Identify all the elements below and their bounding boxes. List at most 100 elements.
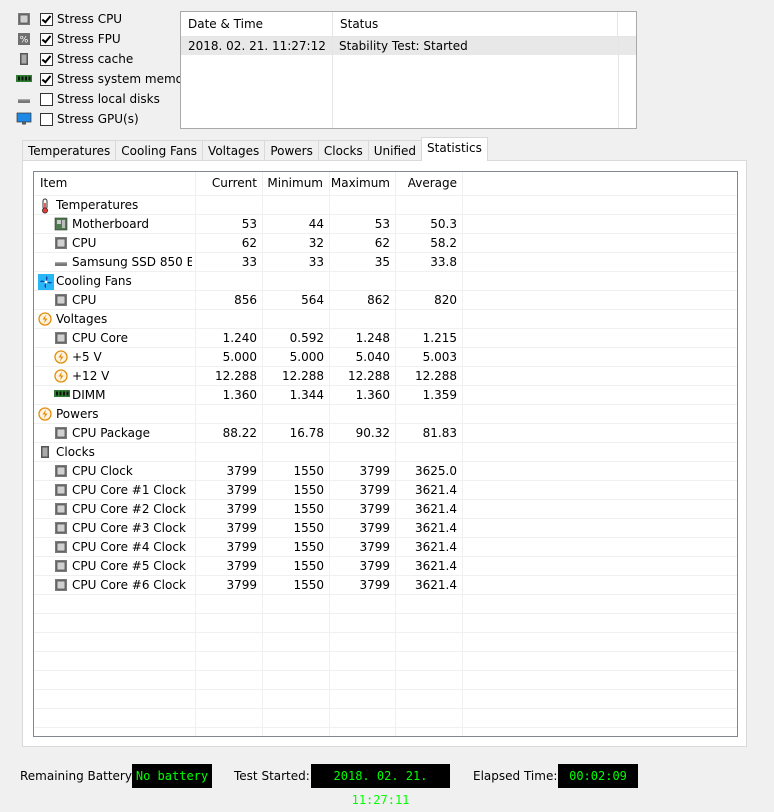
group-row[interactable]: Clocks <box>34 443 737 462</box>
cell-average: 3621.4 <box>415 578 457 592</box>
cell-maximum: 3799 <box>359 559 390 573</box>
header-average[interactable]: Average <box>396 172 457 195</box>
cpu-icon <box>54 236 68 250</box>
tab-voltages[interactable]: Voltages <box>202 140 266 161</box>
log-header-status[interactable]: Status <box>333 12 618 36</box>
stress-checkbox[interactable] <box>40 52 53 66</box>
cell-maximum: 3799 <box>359 578 390 592</box>
table-row[interactable]: CPU Core #4 Clock 3799 1550 3799 3621.4 <box>34 538 737 557</box>
group-row[interactable]: Cooling Fans <box>34 272 737 291</box>
table-row[interactable]: CPU Core 1.240 0.592 1.248 1.215 <box>34 329 737 348</box>
cell-current: 3799 <box>226 578 257 592</box>
cpu-icon <box>54 293 68 307</box>
stress-checkbox[interactable] <box>40 72 53 86</box>
stress-option-label[interactable]: Stress system memory <box>57 72 195 86</box>
voltage-icon <box>54 369 68 383</box>
log-header-datetime[interactable]: Date & Time <box>181 12 333 36</box>
tab-strip: Temperatures Cooling Fans Voltages Powers Cl… <box>22 137 488 161</box>
stress-option-2[interactable]: Stress cache <box>16 49 133 69</box>
header-item[interactable]: Item <box>40 172 67 195</box>
table-row[interactable]: +12 V 12.288 12.288 12.288 12.288 <box>34 367 737 386</box>
table-row[interactable]: CPU Core #2 Clock 3799 1550 3799 3621.4 <box>34 500 737 519</box>
row-label: Clocks <box>56 445 95 459</box>
tab-unified[interactable]: Unified <box>367 140 422 161</box>
table-row[interactable]: CPU Core #5 Clock 3799 1550 3799 3621.4 <box>34 557 737 576</box>
fpu-icon: % <box>16 32 32 46</box>
stress-option-1[interactable]: % Stress FPU <box>16 29 121 49</box>
cell-current: 3799 <box>226 464 257 478</box>
cpu-icon <box>54 559 68 573</box>
cell-average: 33.8 <box>430 255 457 269</box>
cell-minimum: 44 <box>308 217 324 231</box>
cell-average: 3621.4 <box>415 559 457 573</box>
table-header: Item Current Minimum Maximum Average <box>34 172 737 195</box>
statistics-table[interactable]: Item Current Minimum Maximum Average Tem… <box>33 171 738 737</box>
cpu-icon <box>54 540 68 554</box>
table-row[interactable]: +5 V 5.000 5.000 5.040 5.003 <box>34 348 737 367</box>
header-maximum[interactable]: Maximum <box>330 172 390 195</box>
stress-option-label[interactable]: Stress CPU <box>57 12 122 26</box>
cell-current: 5.000 <box>222 350 257 364</box>
stress-option-label[interactable]: Stress FPU <box>57 32 121 46</box>
cpu-icon <box>54 331 68 345</box>
stress-checkbox[interactable] <box>40 112 53 126</box>
cell-current: 1.240 <box>222 331 257 345</box>
cpu-icon <box>54 521 68 535</box>
tab-temperatures[interactable]: Temperatures <box>22 140 117 161</box>
cell-current: 3799 <box>226 502 257 516</box>
group-row[interactable]: Powers <box>34 405 737 424</box>
row-label: CPU Core #6 Clock <box>72 578 186 592</box>
cell-current: 3799 <box>226 559 257 573</box>
group-row[interactable]: Voltages <box>34 310 737 329</box>
tab-cooling-fans[interactable]: Cooling Fans <box>115 140 204 161</box>
row-label: DIMM <box>72 388 106 402</box>
table-row[interactable]: CPU Package 88.22 16.78 90.32 81.83 <box>34 424 737 443</box>
tab-statistics[interactable]: Statistics <box>421 137 488 161</box>
cpu-icon <box>54 426 68 440</box>
stress-checkbox[interactable] <box>40 12 53 26</box>
cell-average: 58.2 <box>430 236 457 250</box>
stress-option-label[interactable]: Stress local disks <box>57 92 160 106</box>
cell-minimum: 1550 <box>293 559 324 573</box>
row-label: Temperatures <box>56 198 139 212</box>
stress-option-label[interactable]: Stress GPU(s) <box>57 112 139 126</box>
stress-option-5[interactable]: Stress GPU(s) <box>16 109 139 129</box>
tab-clocks[interactable]: Clocks <box>317 140 369 161</box>
header-minimum[interactable]: Minimum <box>263 172 323 195</box>
elapsed-time-value: 00:02:09 <box>558 764 638 788</box>
stress-option-4[interactable]: Stress local disks <box>16 89 160 109</box>
table-row[interactable]: CPU Core #3 Clock 3799 1550 3799 3621.4 <box>34 519 737 538</box>
header-current[interactable]: Current <box>195 172 257 195</box>
row-label: CPU Core #5 Clock <box>72 559 186 573</box>
table-row[interactable]: Motherboard 53 44 53 50.3 <box>34 215 737 234</box>
cpu-icon <box>54 464 68 478</box>
table-row[interactable]: CPU 856 564 862 820 <box>34 291 737 310</box>
row-label: CPU Core <box>72 331 128 345</box>
cache-icon <box>16 52 32 66</box>
table-row[interactable]: CPU 62 32 62 58.2 <box>34 234 737 253</box>
table-row[interactable]: CPU Core #1 Clock 3799 1550 3799 3621.4 <box>34 481 737 500</box>
cell-current: 3799 <box>226 483 257 497</box>
row-label: Motherboard <box>72 217 149 231</box>
table-row[interactable]: DIMM 1.360 1.344 1.360 1.359 <box>34 386 737 405</box>
log-datetime: 2018. 02. 21. 11:27:12 <box>188 39 326 53</box>
elapsed-time-label: Elapsed Time: <box>473 769 558 783</box>
log-row[interactable]: 2018. 02. 21. 11:27:12 Stability Test: S… <box>181 37 636 55</box>
group-row[interactable]: Temperatures <box>34 196 737 215</box>
row-label: CPU <box>72 293 97 307</box>
row-label: CPU Core #2 Clock <box>72 502 186 516</box>
tab-powers[interactable]: Powers <box>264 140 319 161</box>
table-row[interactable]: CPU Core #6 Clock 3799 1550 3799 3621.4 <box>34 576 737 595</box>
stress-checkbox[interactable] <box>40 32 53 46</box>
cell-average: 3621.4 <box>415 521 457 535</box>
stress-option-3[interactable]: Stress system memory <box>16 69 195 89</box>
cell-current: 3799 <box>226 540 257 554</box>
stress-option-label[interactable]: Stress cache <box>57 52 133 66</box>
memory-icon <box>16 72 32 86</box>
statistics-panel: Item Current Minimum Maximum Average Tem… <box>22 160 747 747</box>
stress-option-0[interactable]: Stress CPU <box>16 9 122 29</box>
table-row[interactable]: Samsung SSD 850 EV... 33 33 35 33.8 <box>34 253 737 272</box>
stress-checkbox[interactable] <box>40 92 53 106</box>
table-row[interactable]: CPU Clock 3799 1550 3799 3625.0 <box>34 462 737 481</box>
cell-minimum: 1550 <box>293 464 324 478</box>
